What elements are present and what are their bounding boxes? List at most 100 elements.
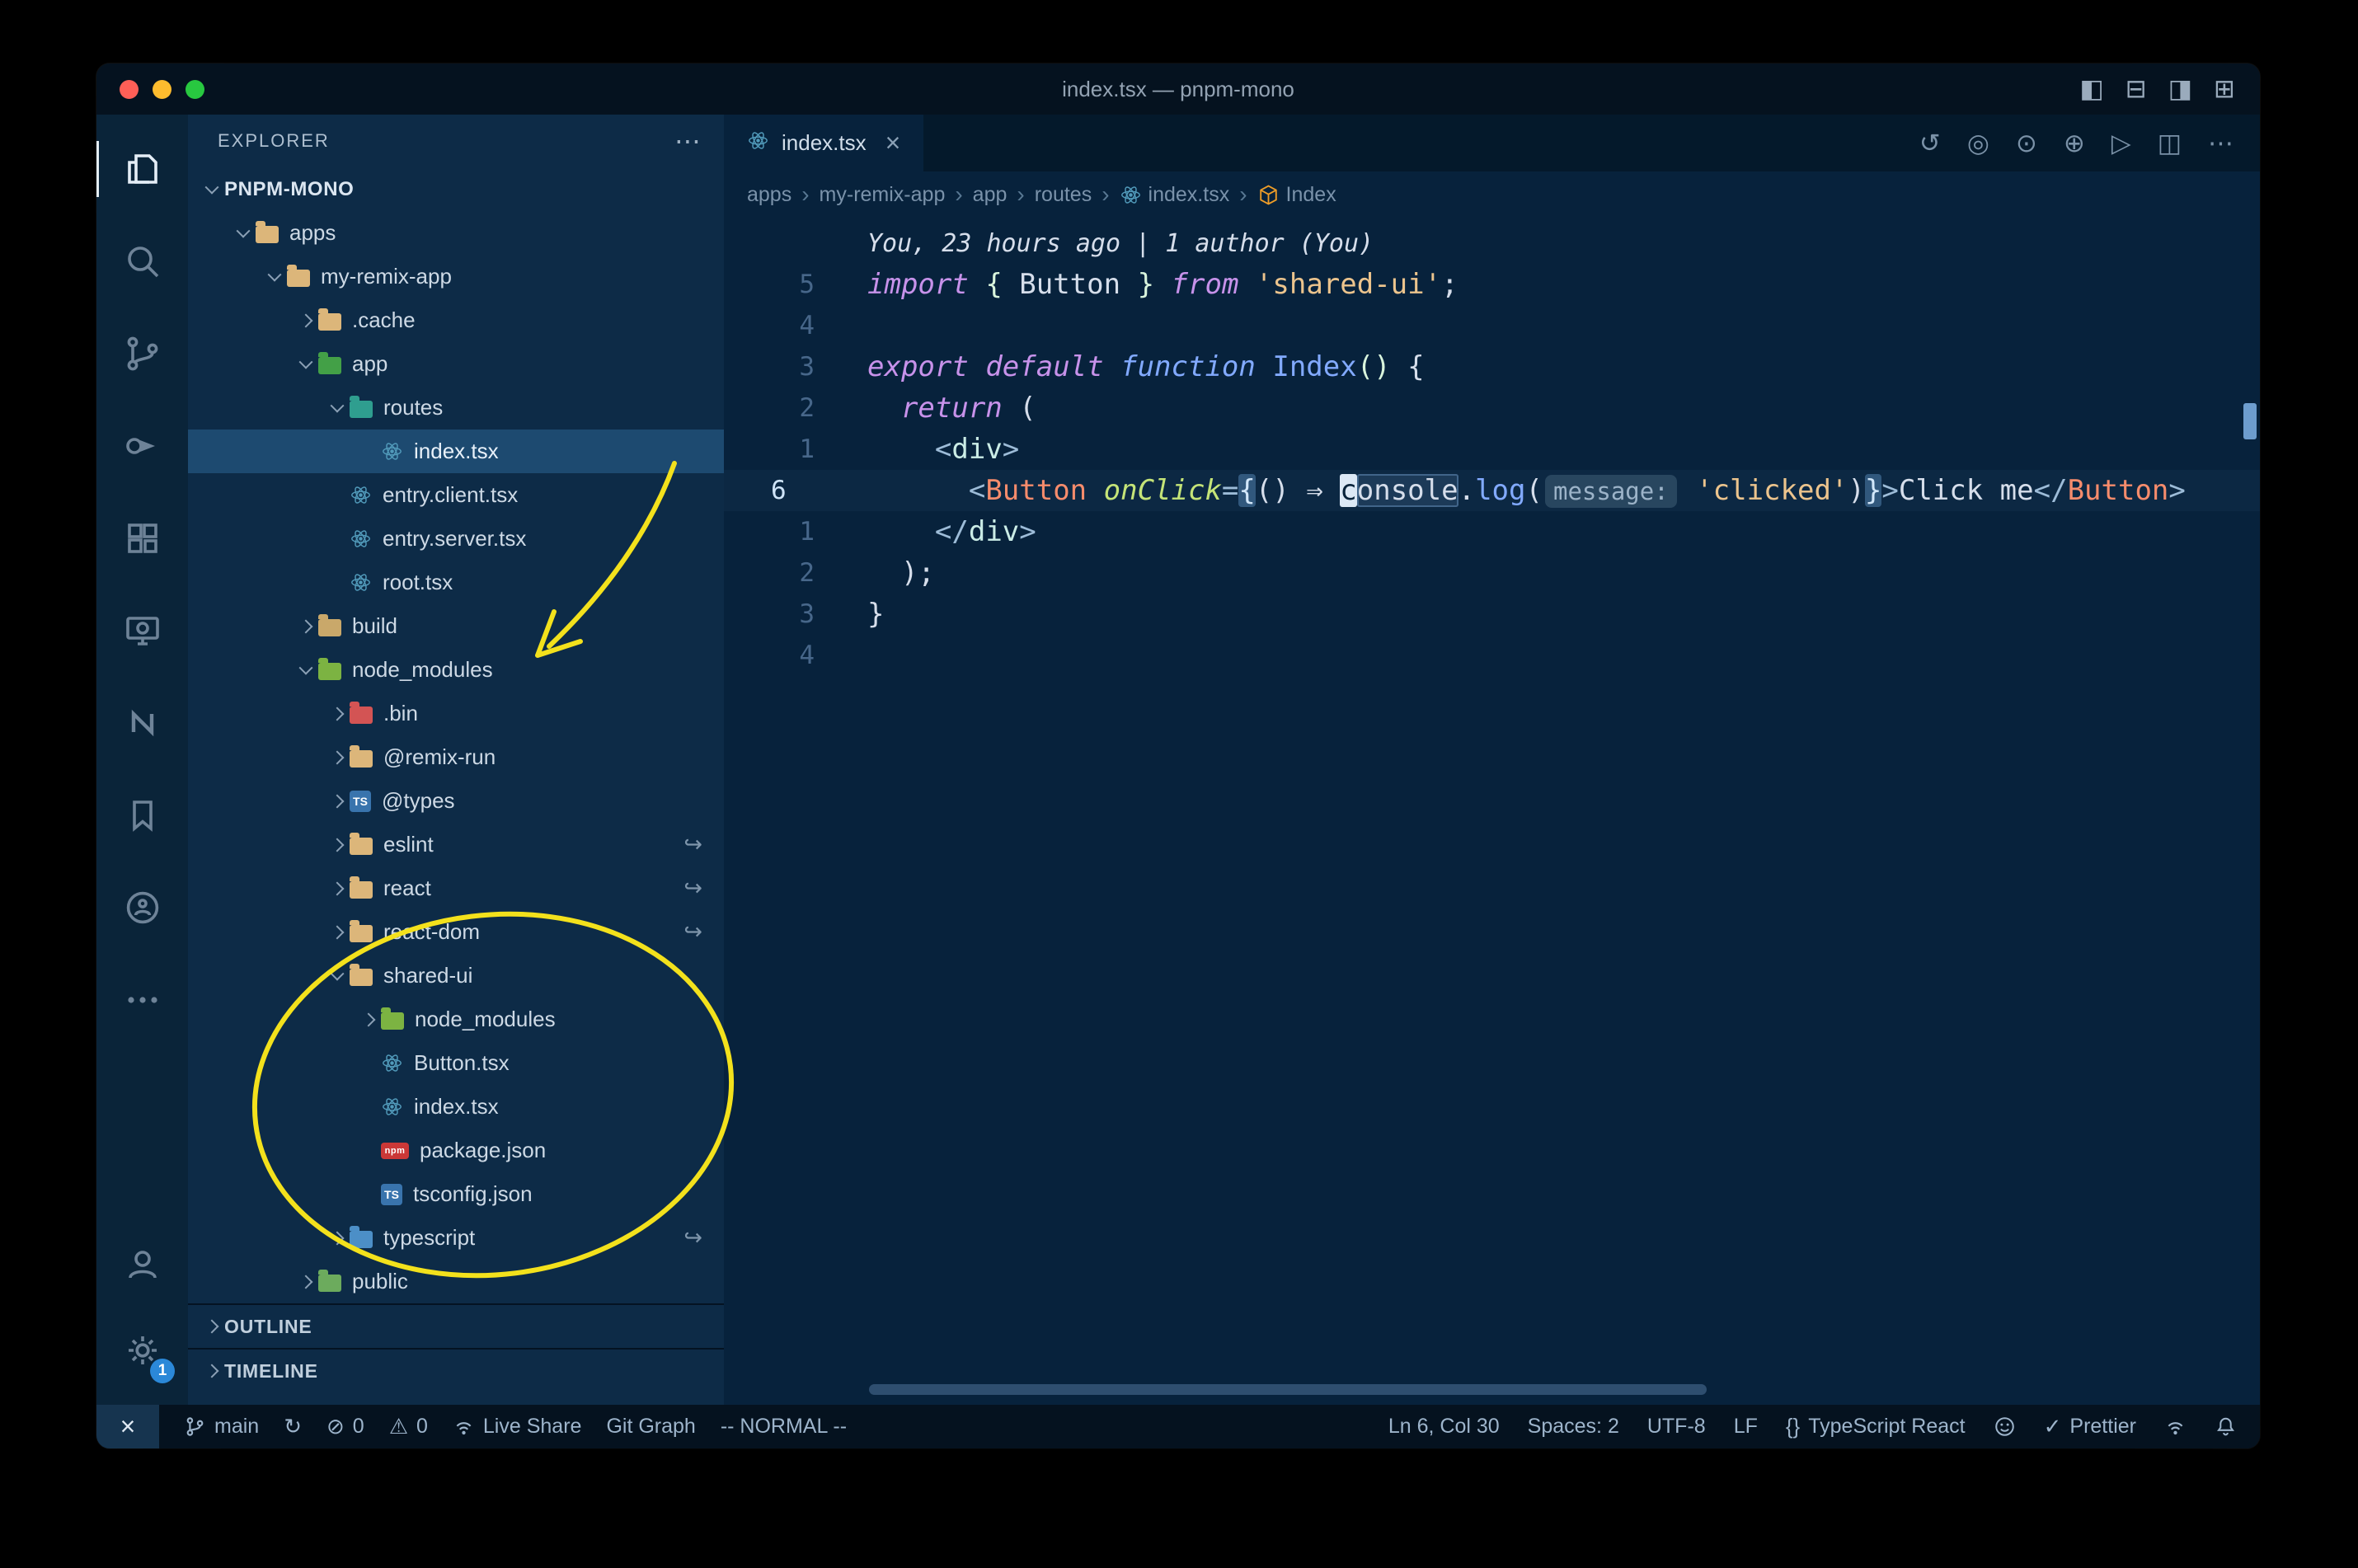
status-warnings[interactable]: ⚠ 0 <box>389 1414 428 1439</box>
tree-item-package-json[interactable]: npm package.json <box>188 1129 724 1172</box>
chevron-open-icon[interactable] <box>262 267 287 282</box>
tree-item-root-tsx[interactable]: root.tsx <box>188 561 724 604</box>
remote-indicator[interactable]: × <box>96 1405 159 1448</box>
tree-item-index-tsx[interactable]: index.tsx <box>188 430 724 473</box>
tree-item-tsconfig-json[interactable]: TS tsconfig.json <box>188 1172 724 1216</box>
breadcrumb-item-app[interactable]: app <box>973 183 1008 207</box>
code-line[interactable]: 1 </div> <box>724 511 2260 552</box>
status-encoding[interactable]: UTF-8 <box>1647 1415 1706 1439</box>
run-icon[interactable]: ▷ <box>2111 129 2131 158</box>
tree-item-my-remix-app[interactable]: my-remix-app <box>188 255 724 298</box>
code-line[interactable]: 5 import { Button } from 'shared-ui'; <box>724 264 2260 305</box>
chevron-open-icon[interactable] <box>200 180 224 195</box>
chevron-closed-icon[interactable] <box>294 313 318 327</box>
changes-icon[interactable]: ⊙ <box>2016 129 2037 158</box>
code-line[interactable]: 6 <Button onClick={() ⇒ console.log(mess… <box>724 470 2260 511</box>
timeline-icon[interactable]: ↺ <box>1919 129 1941 158</box>
chevron-closed-icon[interactable] <box>325 750 350 764</box>
status-remote-session[interactable] <box>2164 1415 2187 1438</box>
code-line[interactable]: 4 <box>724 635 2260 676</box>
chevron-closed-icon[interactable] <box>325 838 350 852</box>
code-line[interactable]: 3 export default function Index() { <box>724 346 2260 387</box>
status-language-mode[interactable]: {} TypeScript React <box>1786 1414 1966 1439</box>
status-vim-mode[interactable]: -- NORMAL -- <box>721 1415 847 1439</box>
chevron-closed-icon[interactable] <box>294 1275 318 1289</box>
tree-item-react-dom[interactable]: react-dom ↪ <box>188 910 724 954</box>
activity-search-icon[interactable] <box>96 215 188 307</box>
code-line[interactable]: 2 return ( <box>724 387 2260 429</box>
status-sync[interactable]: ↻ <box>284 1414 302 1439</box>
chevron-open-icon[interactable] <box>231 223 256 238</box>
horizontal-scrollbar[interactable] <box>869 1384 1707 1395</box>
more-actions-icon[interactable]: ⋯ <box>2208 129 2234 158</box>
status-git-branch[interactable]: main <box>184 1415 259 1439</box>
toggle-sidebar-icon[interactable]: ◧ <box>2079 74 2103 104</box>
status-notifications[interactable] <box>2215 1415 2237 1438</box>
activity-extensions-icon[interactable] <box>96 492 188 584</box>
chevron-open-icon[interactable] <box>325 966 350 981</box>
accounts-icon[interactable] <box>96 1222 188 1307</box>
status-indentation[interactable]: Spaces: 2 <box>1528 1415 1619 1439</box>
customize-layout-icon[interactable]: ⊞ <box>2214 74 2235 104</box>
tree-item-entry-server-tsx[interactable]: entry.server.tsx <box>188 517 724 561</box>
chevron-closed-icon[interactable] <box>325 794 350 808</box>
gitlens-icon[interactable]: ◎ <box>1967 129 1989 158</box>
tree-item-app[interactable]: app <box>188 342 724 386</box>
toggle-panel-icon[interactable]: ⊟ <box>2125 74 2147 104</box>
chevron-open-icon[interactable] <box>325 398 350 413</box>
tree-item-node-modules[interactable]: node_modules <box>188 998 724 1041</box>
chevron-closed-icon[interactable] <box>356 1012 381 1026</box>
activity-remote-explorer-icon[interactable] <box>96 584 188 677</box>
code-line[interactable]: 3} <box>724 594 2260 635</box>
status-eol[interactable]: LF <box>1734 1415 1758 1439</box>
tab-close-icon[interactable]: × <box>885 128 901 158</box>
tree-item-node-modules[interactable]: node_modules <box>188 648 724 692</box>
tree-item-pnpm-mono[interactable]: PNPM-MONO <box>188 167 724 211</box>
tree-item-entry-client-tsx[interactable]: entry.client.tsx <box>188 473 724 517</box>
explorer-more-actions-icon[interactable]: ⋯ <box>674 125 702 157</box>
activity-explorer-icon[interactable] <box>96 123 188 215</box>
chevron-open-icon[interactable] <box>294 660 318 675</box>
code-line[interactable]: 4 <box>724 305 2260 346</box>
chevron-closed-icon[interactable] <box>294 619 318 633</box>
activity-source-control-icon[interactable] <box>96 307 188 400</box>
tree-item-eslint[interactable]: eslint ↪ <box>188 823 724 866</box>
tree-item-routes[interactable]: routes <box>188 386 724 430</box>
toggle-secondary-sidebar-icon[interactable]: ◨ <box>2168 74 2192 104</box>
activity-run-debug-icon[interactable] <box>96 400 188 492</box>
status-errors[interactable]: ⊘ 0 <box>326 1414 364 1439</box>
chevron-closed-icon[interactable] <box>325 881 350 895</box>
status-live-share[interactable]: Live Share <box>453 1415 581 1439</box>
activity-more-icon[interactable] <box>96 954 188 1046</box>
status-prettier[interactable]: ✓ Prettier <box>2044 1414 2136 1439</box>
tree-item-types[interactable]: TS @types <box>188 779 724 823</box>
close-window-button[interactable] <box>120 79 139 99</box>
activity-live-share-icon[interactable] <box>96 861 188 954</box>
zoom-window-button[interactable] <box>186 79 204 99</box>
tree-item-apps[interactable]: apps <box>188 211 724 255</box>
tree-item-react[interactable]: react ↪ <box>188 866 724 910</box>
code-editor[interactable]: You, 23 hours ago | 1 author (You) 5 impor… <box>724 218 2260 1405</box>
tree-item-bin[interactable]: .bin <box>188 692 724 735</box>
status-cursor-position[interactable]: Ln 6, Col 30 <box>1388 1415 1500 1439</box>
code-line[interactable]: 1 <div> <box>724 429 2260 470</box>
tree-item-cache[interactable]: .cache <box>188 298 724 342</box>
code-line[interactable]: 2 ); <box>724 552 2260 594</box>
activity-nx-console-icon[interactable] <box>96 677 188 769</box>
chevron-closed-icon[interactable] <box>325 925 350 939</box>
tree-item-remix-run[interactable]: @remix-run <box>188 735 724 779</box>
breadcrumb-item-index[interactable]: Index <box>1257 183 1336 207</box>
gitlens-blame-line[interactable]: You, 23 hours ago | 1 author (You) <box>724 223 2260 264</box>
status-git-graph[interactable]: Git Graph <box>606 1415 695 1439</box>
breadcrumb-item-routes[interactable]: routes <box>1035 183 1092 207</box>
settings-gear-icon[interactable]: 1 <box>96 1307 188 1393</box>
tree-item-typescript[interactable]: typescript ↪ <box>188 1216 724 1260</box>
chevron-closed-icon[interactable] <box>325 1231 350 1245</box>
annotate-icon[interactable]: ⊕ <box>2064 129 2085 158</box>
tree-item-button-tsx[interactable]: Button.tsx <box>188 1041 724 1085</box>
breadcrumb-item-my-remix-app[interactable]: my-remix-app <box>820 183 946 207</box>
status-feedback[interactable] <box>1994 1415 2016 1438</box>
tab-index-tsx[interactable]: index.tsx × <box>724 115 924 171</box>
chevron-open-icon[interactable] <box>294 354 318 369</box>
section-timeline[interactable]: TIMELINE <box>188 1348 724 1392</box>
